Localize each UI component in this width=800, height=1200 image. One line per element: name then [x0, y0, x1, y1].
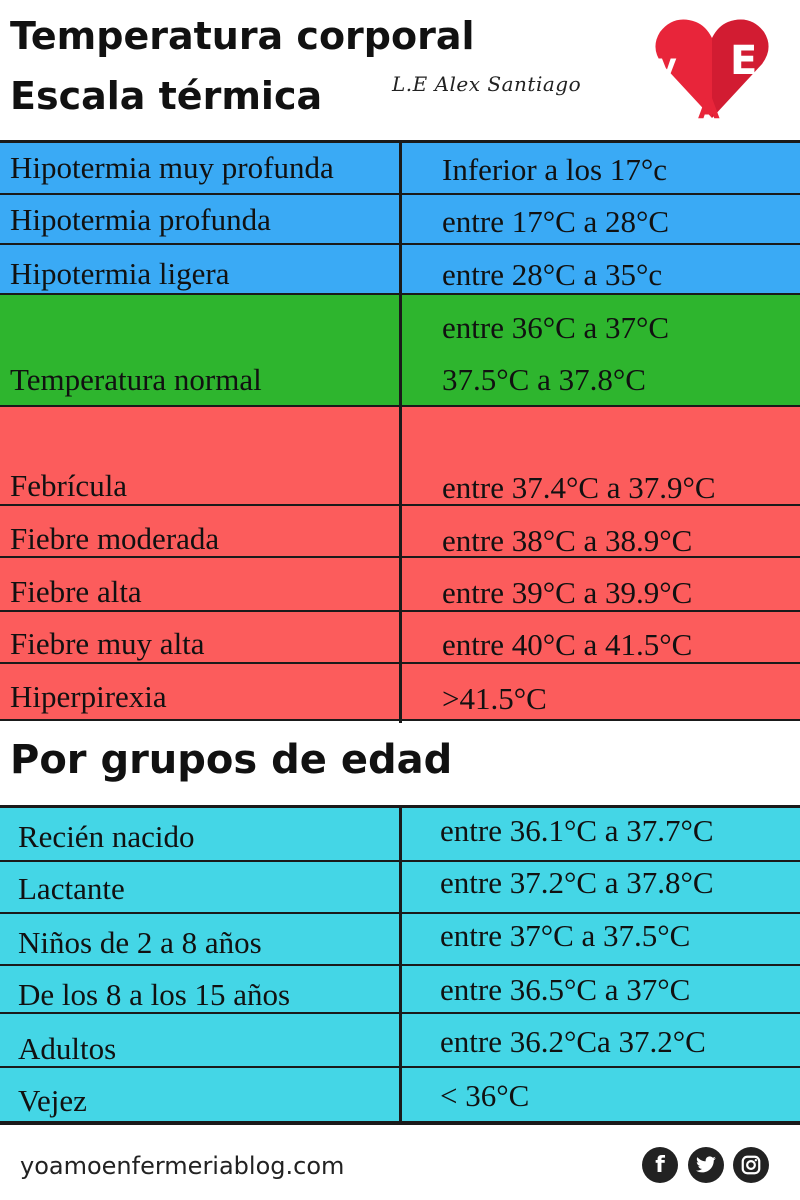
logo-letter-a: A	[698, 92, 720, 124]
logo-letter-e: E	[730, 38, 757, 84]
twitter-icon[interactable]	[688, 1147, 724, 1183]
row-value: entre 39°C a 39.9°C	[442, 575, 693, 610]
row-value: >41.5°C	[442, 681, 547, 716]
row-value: entre 40°C a 41.5°C	[442, 627, 693, 662]
age-section-heading: Por grupos de edad	[10, 737, 453, 783]
row-value: Inferior a los 17°c	[442, 152, 668, 187]
row-label: Hipotermia ligera	[10, 256, 230, 291]
row-value: entre 37°C a 37.5°C	[440, 918, 691, 953]
yae-logo: y A E	[652, 14, 772, 125]
author-name: L.E Alex Santiago	[392, 72, 582, 96]
blog-url-link[interactable]: yoamoenfermeriablog.com	[20, 1152, 344, 1180]
row-label: Fiebre moderada	[10, 521, 220, 556]
row-value-1: entre 36°C a 37°C	[442, 310, 670, 345]
row-label: Temperatura normal	[10, 362, 262, 397]
instagram-icon[interactable]	[733, 1147, 769, 1183]
row-value: entre 36.1°C a 37.7°C	[440, 813, 714, 848]
row-label: De los 8 a los 15 años	[18, 977, 291, 1012]
row-value: entre 36.2°Ca 37.2°C	[440, 1024, 706, 1059]
row-label: Fiebre muy alta	[10, 626, 205, 661]
row-value: entre 17°C a 28°C	[442, 204, 670, 239]
row-value: < 36°C	[440, 1078, 530, 1113]
row-label: Vejez	[18, 1083, 87, 1118]
footer-rule	[0, 1122, 800, 1125]
row-label: Fiebre alta	[10, 574, 142, 609]
age-column-divider	[399, 808, 402, 1122]
facebook-icon[interactable]: f	[642, 1147, 678, 1183]
row-value: entre 36.5°C a 37°C	[440, 972, 691, 1007]
row-value-2: 37.5°C a 37.8°C	[442, 362, 646, 397]
row-label: Niños de 2 a 8 años	[18, 925, 262, 960]
row-value: entre 37.2°C a 37.8°C	[440, 865, 714, 900]
page-subtitle: Escala térmica	[10, 74, 323, 118]
row-label: Hipotermia muy profunda	[10, 150, 334, 185]
row-label: Recién nacido	[18, 819, 195, 854]
row-label: Febrícula	[10, 468, 128, 503]
row-label: Hiperpirexia	[10, 679, 167, 714]
row-label: Adultos	[18, 1031, 117, 1066]
row-value: entre 28°C a 35°c	[442, 257, 663, 292]
column-divider	[399, 143, 402, 723]
page-title: Temperatura corporal	[10, 14, 475, 58]
row-value: entre 37.4°C a 37.9°C	[442, 470, 716, 505]
row-label: Lactante	[18, 871, 125, 906]
row-label: Hipotermia profunda	[10, 202, 271, 237]
logo-letter-y: y	[656, 46, 677, 84]
row-value: entre 38°C a 38.9°C	[442, 523, 693, 558]
